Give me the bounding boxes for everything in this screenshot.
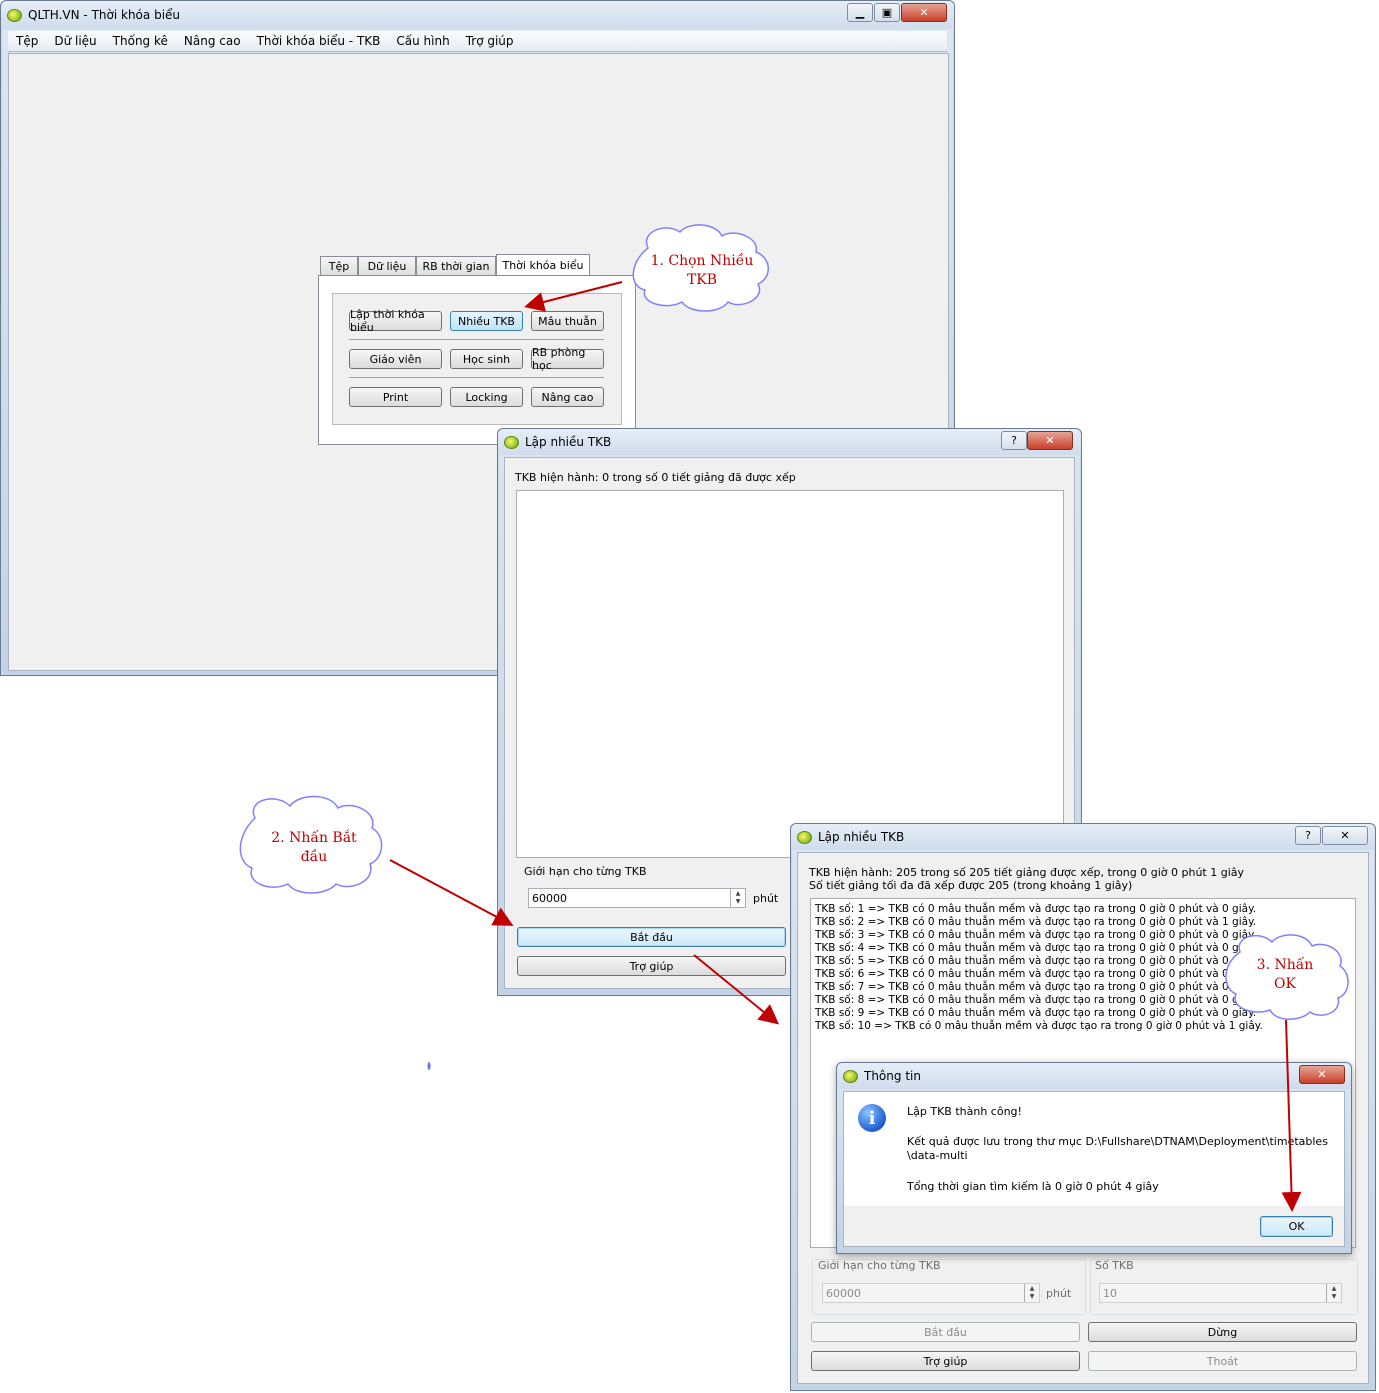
callout-2-text: 2. Nhấn Bắt đầu — [260, 829, 368, 867]
stray-mark — [427, 1062, 431, 1070]
arrow-to-nhieu-tkb — [524, 281, 623, 312]
callout-3-line1: 3. Nhấn — [1256, 957, 1314, 973]
callout-1-text: 1. Chọn Nhiều TKB — [648, 252, 756, 290]
callout-1-line2: TKB — [686, 272, 718, 288]
callout-3-line2: OK — [1274, 976, 1296, 992]
annotation-layer — [239, 224, 1349, 1212]
callout-1-line1: 1. Chọn Nhiều — [650, 253, 754, 269]
arrow-to-bat-dau — [389, 859, 514, 926]
callout-2-line2: đầu — [300, 849, 328, 865]
callout-2-line1: 2. Nhấn Bắt — [271, 830, 357, 846]
callout-3-text: 3. Nhấn OK — [1240, 956, 1330, 994]
arrow-to-result-dialog — [693, 954, 780, 1025]
arrow-to-ok — [1281, 1019, 1302, 1212]
